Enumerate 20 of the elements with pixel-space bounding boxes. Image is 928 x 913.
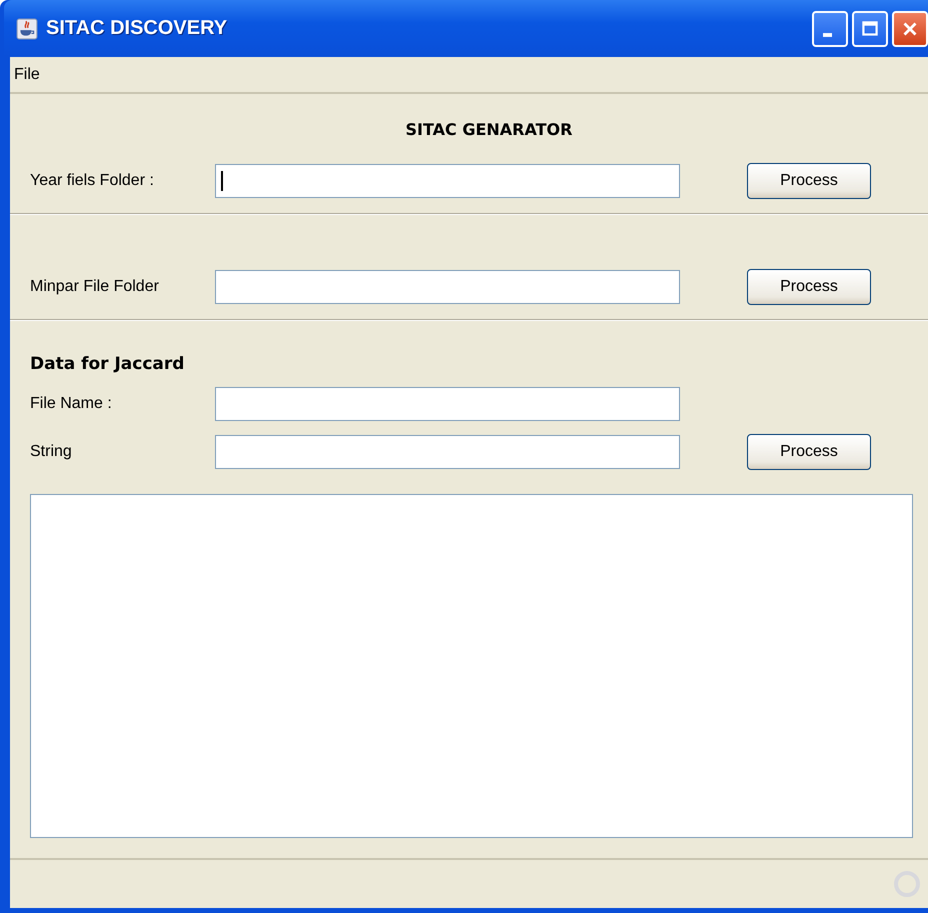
input-field[interactable]: [215, 435, 680, 469]
process-button[interactable]: Process: [747, 434, 871, 470]
field-label: File Name :: [30, 395, 113, 413]
menu-item[interactable]: File: [14, 66, 40, 84]
input-field[interactable]: [215, 387, 680, 421]
input-field[interactable]: [215, 164, 680, 198]
minimize-icon: [822, 32, 832, 36]
coffee-cup-icon: [16, 18, 38, 40]
close-button[interactable]: [892, 10, 928, 46]
field-label: Minpar File Folder: [30, 278, 160, 296]
field-label: Year fiels Folder :: [30, 172, 155, 190]
minimize-button[interactable]: [812, 10, 848, 46]
maximize-button[interactable]: [852, 10, 888, 46]
window-title: SITAC DISCOVERY: [46, 17, 228, 40]
process-button[interactable]: Process: [747, 269, 871, 305]
section-title: Data for Jaccard: [30, 354, 186, 374]
section-heading: SITAC GENARATOR: [404, 120, 574, 139]
field-label: String: [30, 443, 73, 461]
input-field[interactable]: [215, 270, 680, 304]
process-button[interactable]: Process: [747, 163, 871, 199]
